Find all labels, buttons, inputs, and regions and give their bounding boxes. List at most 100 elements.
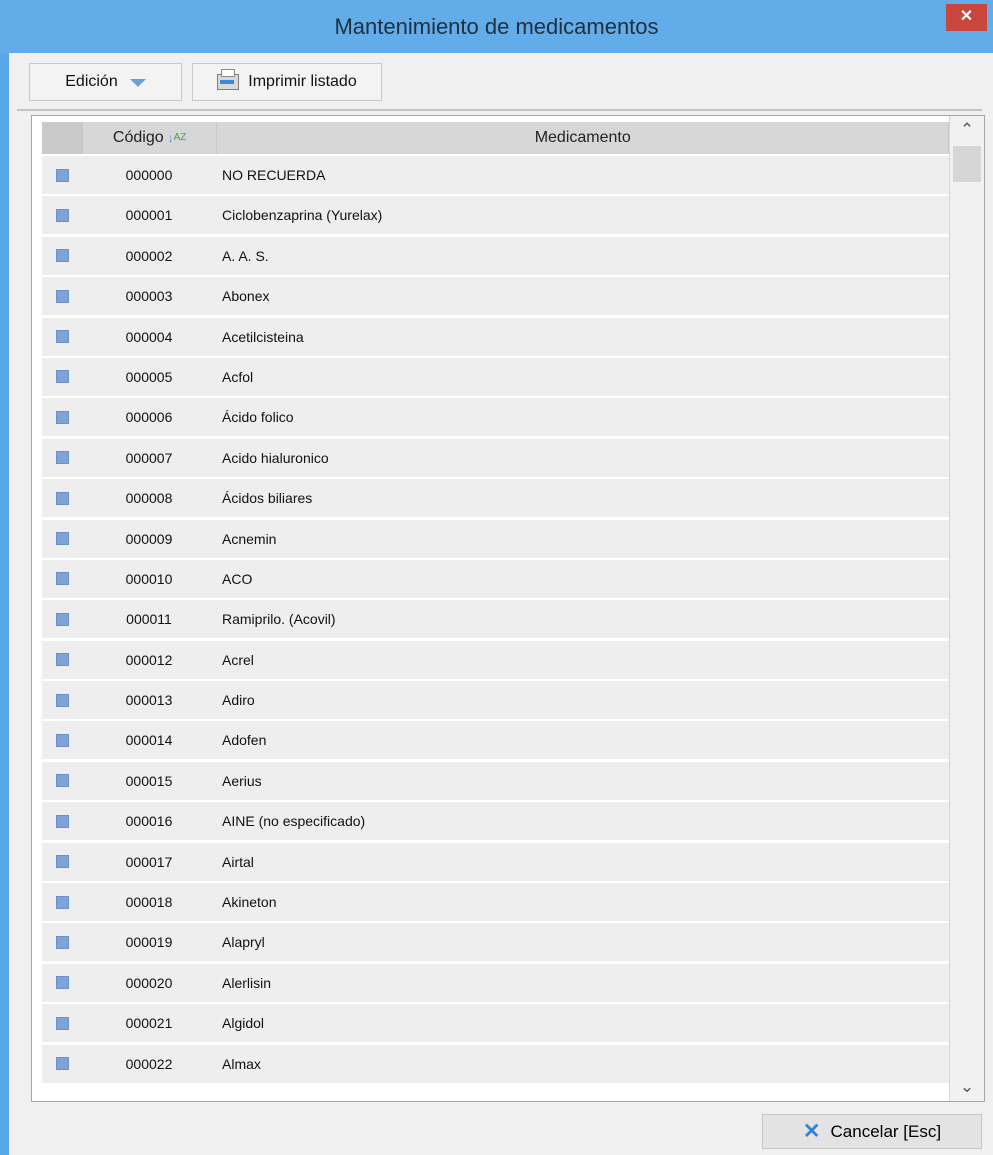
table-row[interactable]: 000021 Algidol [42, 1004, 949, 1043]
row-marker-icon [55, 1016, 69, 1030]
table-row[interactable]: 000008 Ácidos biliares [42, 479, 949, 518]
table-row[interactable]: 000007 Acido hialuronico [42, 438, 949, 477]
table-row[interactable]: 000003 Abonex [42, 277, 949, 316]
row-marker-icon [55, 693, 69, 707]
code-cell: 000001 [125, 207, 173, 224]
window-title: Mantenimiento de medicamentos [334, 14, 659, 39]
cancel-icon: ✕ [802, 1120, 821, 1143]
code-cell: 000000 [125, 167, 173, 183]
close-button[interactable]: ✕ [946, 4, 987, 31]
row-selector[interactable] [42, 156, 82, 194]
table-row[interactable]: 000018 Akineton [42, 883, 949, 922]
row-selector[interactable] [42, 964, 82, 1002]
medication-cell: Almax [222, 1055, 261, 1072]
code-cell: 000010 [125, 570, 173, 587]
row-marker-icon [55, 491, 69, 505]
medication-cell: Ramiprilo. (Acovil) [222, 611, 336, 628]
code-cell: 000002 [125, 247, 173, 264]
table-row[interactable]: 000010 ACO [42, 559, 949, 598]
table-row[interactable]: 000011 Ramiprilo. (Acovil) [42, 600, 949, 639]
print-list-button[interactable]: Imprimir listado [192, 63, 382, 101]
row-selector[interactable] [42, 1004, 82, 1042]
code-cell: 000020 [125, 974, 173, 991]
code-cell: 000017 [125, 853, 173, 870]
medication-cell: Acnemin [222, 530, 277, 547]
selector-column-header [42, 122, 83, 154]
row-marker-icon [55, 814, 69, 828]
row-selector[interactable] [42, 318, 82, 356]
medication-cell: AINE (no especificado) [222, 813, 366, 830]
medication-cell: Alapryl [222, 934, 265, 951]
scroll-down-icon[interactable]: ⌄ [950, 1073, 984, 1101]
row-marker-icon [55, 410, 69, 424]
code-cell: 000013 [125, 692, 173, 709]
row-selector[interactable] [42, 1045, 82, 1083]
row-selector[interactable] [42, 843, 82, 881]
table-row[interactable]: 000017 Airtal [42, 842, 949, 881]
row-selector[interactable] [42, 802, 82, 840]
row-selector[interactable] [42, 681, 82, 719]
row-marker-icon [55, 451, 69, 465]
scrollbar-thumb[interactable] [953, 146, 981, 182]
row-selector[interactable] [42, 398, 82, 436]
vertical-scrollbar[interactable]: ⌃ ⌄ [949, 116, 984, 1101]
row-selector[interactable] [42, 641, 82, 679]
medication-cell: Ácidos biliares [222, 490, 313, 507]
row-selector[interactable] [42, 196, 82, 234]
row-marker-icon [55, 330, 69, 344]
row-marker-icon [55, 370, 69, 384]
table-row[interactable]: 000016 AINE (no especificado) [42, 802, 949, 841]
row-selector[interactable] [42, 721, 82, 759]
medication-cell: Aerius [222, 772, 262, 789]
table-row[interactable]: 000022 Almax [42, 1044, 949, 1083]
medication-cell: Akineton [222, 894, 277, 911]
code-cell: 000022 [125, 1055, 173, 1072]
row-selector[interactable] [42, 439, 82, 477]
edicion-menu-button[interactable]: Edición [29, 63, 182, 101]
code-cell: 000008 [125, 490, 173, 507]
code-column-header[interactable]: Código ↓AZ [83, 122, 218, 154]
table-row[interactable]: 000004 Acetilcisteina [42, 317, 949, 356]
row-marker-icon [55, 532, 69, 546]
row-selector[interactable] [42, 560, 82, 598]
table-row[interactable]: 000014 Adofen [42, 721, 949, 760]
sort-ascending-icon: ↓AZ [167, 131, 187, 145]
cancel-button[interactable]: ✕ Cancelar [Esc] [762, 1114, 982, 1149]
row-selector[interactable] [42, 923, 82, 961]
row-selector[interactable] [42, 520, 82, 558]
scroll-up-icon[interactable]: ⌃ [950, 116, 984, 144]
row-marker-icon [55, 168, 69, 182]
row-selector[interactable] [42, 600, 82, 638]
table-row[interactable]: 000005 Acfol [42, 357, 949, 396]
table-row[interactable]: 000020 Alerlisin [42, 963, 949, 1002]
edicion-label: Edición [65, 73, 118, 90]
table-row[interactable]: 000019 Alapryl [42, 923, 949, 962]
row-selector[interactable] [42, 237, 82, 275]
medication-cell: NO RECUERDA [222, 167, 326, 183]
table-row[interactable]: 000009 Acnemin [42, 519, 949, 558]
table-row[interactable]: 000001 Ciclobenzaprina (Yurelax) [42, 196, 949, 235]
medication-column-header[interactable]: Medicamento [217, 122, 950, 154]
table-row[interactable]: 000000 NO RECUERDA [42, 156, 949, 194]
table-row[interactable]: 000006 Ácido folico [42, 398, 949, 437]
title-bar: Mantenimiento de medicamentos ✕ [0, 0, 993, 53]
medication-cell: Abonex [222, 288, 270, 305]
row-selector[interactable] [42, 358, 82, 396]
row-selector[interactable] [42, 762, 82, 800]
medication-cell: Acfol [222, 368, 254, 385]
table-row[interactable]: 000002 A. A. S. [42, 236, 949, 275]
row-marker-icon [55, 895, 69, 909]
table-row[interactable]: 000013 Adiro [42, 681, 949, 720]
medication-cell: Ácido folico [222, 409, 294, 426]
medication-cell: Adofen [222, 732, 267, 749]
table-row[interactable]: 000015 Aerius [42, 761, 949, 800]
row-marker-icon [55, 572, 69, 586]
row-selector[interactable] [42, 277, 82, 315]
row-marker-icon [55, 249, 69, 263]
table-row[interactable]: 000012 Acrel [42, 640, 949, 679]
row-selector[interactable] [42, 883, 82, 921]
table-header: Código ↓AZ Medicamento [42, 122, 950, 154]
row-marker-icon [55, 653, 69, 667]
code-cell: 000011 [126, 611, 172, 628]
row-selector[interactable] [42, 479, 82, 517]
